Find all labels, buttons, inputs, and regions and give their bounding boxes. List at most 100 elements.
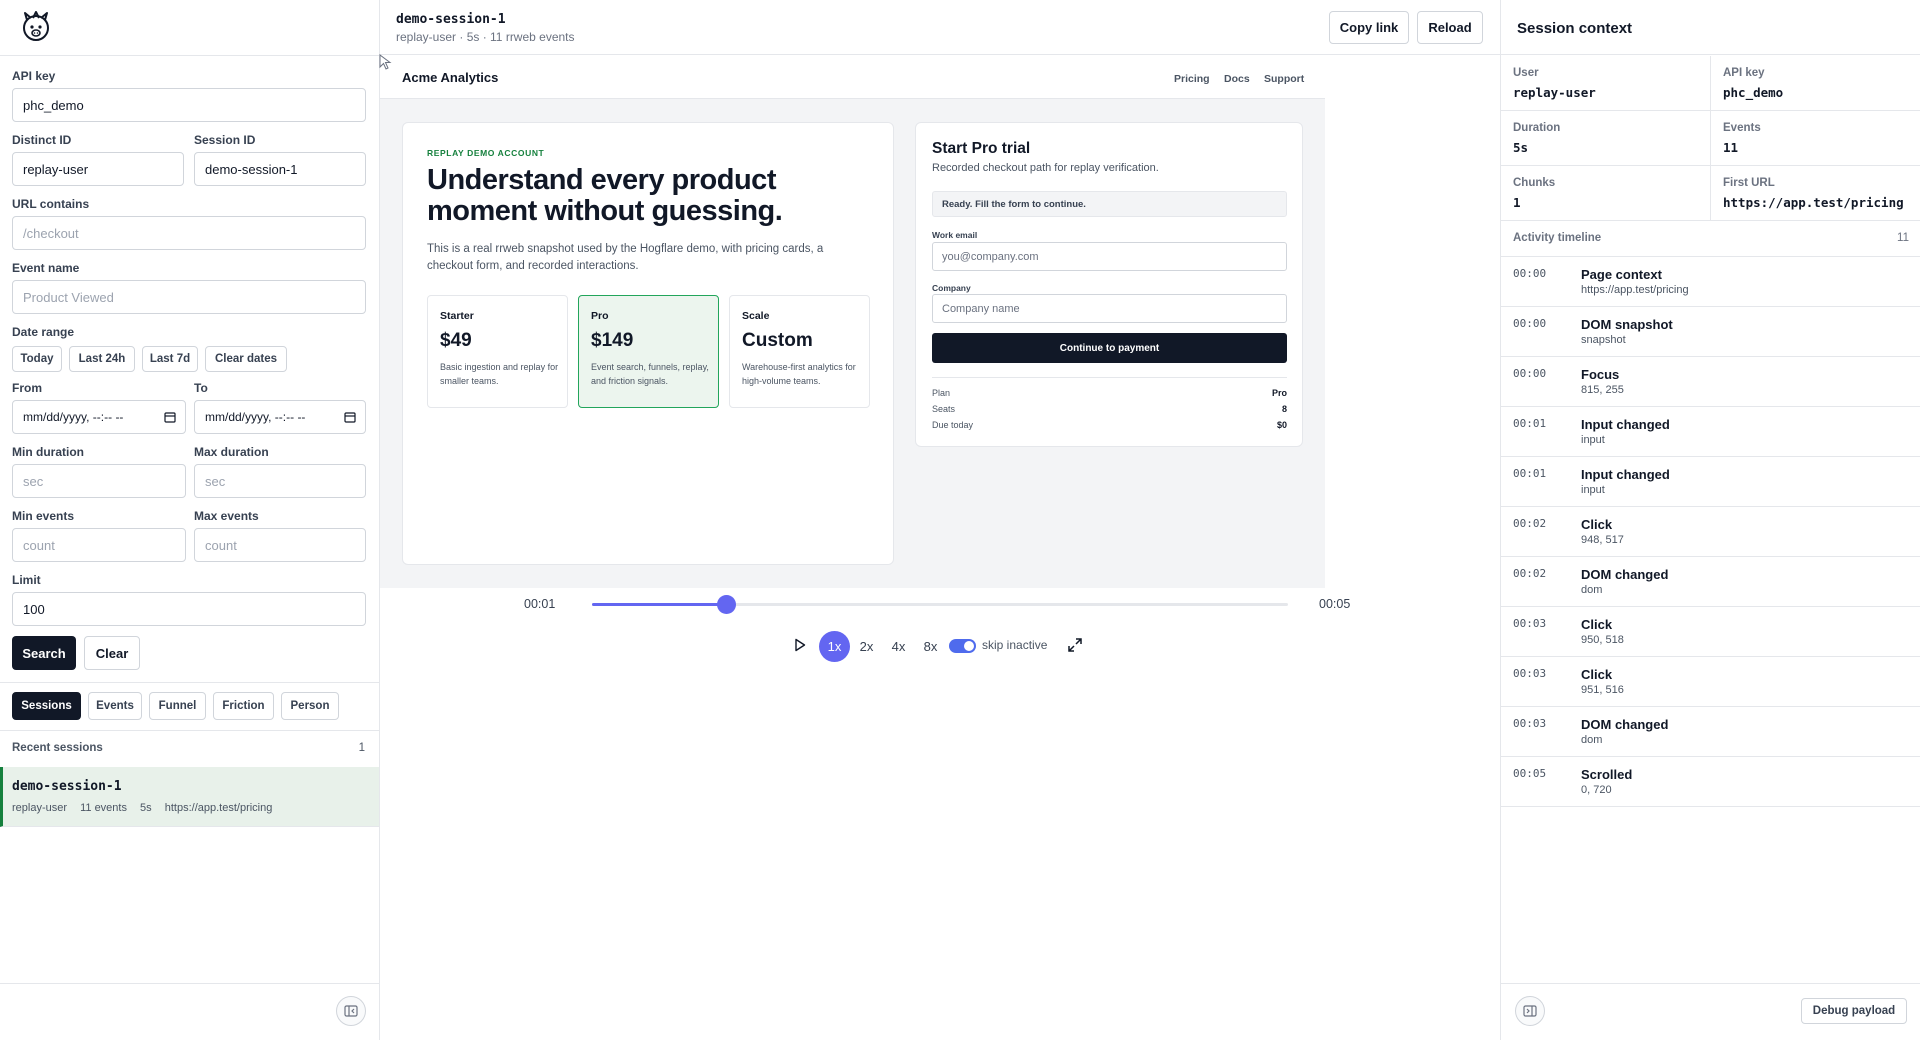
- tab-funnel[interactable]: Funnel: [149, 692, 206, 720]
- event-name: Page context: [1581, 267, 1662, 282]
- event-name: DOM changed: [1581, 717, 1669, 732]
- timeline-event[interactable]: 00:05 Scrolled 0, 720: [1501, 757, 1920, 807]
- plan-name: Scale: [742, 310, 770, 322]
- pricing-card-scale: Scale Custom Warehouse-first analytics f…: [729, 295, 870, 408]
- timeline-event[interactable]: 00:02 Click 948, 517: [1501, 507, 1920, 557]
- replay-eyebrow: REPLAY DEMO ACCOUNT: [427, 148, 545, 158]
- tab-sessions[interactable]: Sessions: [12, 692, 81, 720]
- sidebar-collapse-icon: [344, 1005, 358, 1017]
- summary-row-plan: Plan Pro: [932, 388, 1287, 398]
- play-icon[interactable]: [794, 638, 806, 652]
- stat-label: First URL: [1723, 177, 1775, 189]
- collapse-sidebar-button[interactable]: [336, 996, 366, 1026]
- expand-panel-button[interactable]: [1515, 996, 1545, 1026]
- stat-value: replay-user: [1513, 85, 1596, 100]
- plan-desc: Basic ingestion and replay for smaller t…: [440, 362, 559, 386]
- divider: [932, 377, 1287, 378]
- divider: [0, 55, 380, 56]
- to-date-input[interactable]: mm/dd/yyyy, --:-- --: [194, 400, 366, 434]
- plan-desc: Event search, funnels, replay, and frict…: [591, 362, 709, 386]
- timeline-event[interactable]: 00:00 Focus 815, 255: [1501, 357, 1920, 407]
- plan-desc: Warehouse-first analytics for high-volum…: [742, 362, 856, 386]
- timeline-scrubber[interactable]: [592, 595, 1288, 614]
- event-detail: 815, 255: [1581, 384, 1624, 396]
- timeline-event[interactable]: 00:02 DOM changed dom: [1501, 557, 1920, 607]
- max-events-input[interactable]: count: [194, 528, 366, 562]
- speed-4x-button[interactable]: 4x: [883, 631, 914, 662]
- event-time: 00:00: [1513, 267, 1547, 280]
- session-user: replay-user: [12, 802, 68, 814]
- search-button[interactable]: Search: [12, 636, 76, 670]
- clear-button[interactable]: Clear: [84, 636, 140, 670]
- timeline-event[interactable]: 00:01 Input changed input: [1501, 407, 1920, 457]
- api-key-input[interactable]: phc_demo: [12, 88, 366, 122]
- max-duration-input[interactable]: sec: [194, 464, 366, 498]
- plan-name: Pro: [591, 310, 609, 322]
- event-time: 00:00: [1513, 317, 1547, 330]
- fullscreen-icon[interactable]: [1067, 637, 1083, 653]
- speed-2x-button[interactable]: 2x: [851, 631, 882, 662]
- work-email-label: Work email: [932, 230, 978, 240]
- event-detail: https://app.test/pricing: [1581, 284, 1689, 296]
- stat-label: Events: [1723, 122, 1761, 134]
- tab-friction[interactable]: Friction: [213, 692, 274, 720]
- min-events-input[interactable]: count: [12, 528, 186, 562]
- plan-name: Starter: [440, 310, 474, 322]
- recent-sessions-label: Recent sessions: [12, 742, 103, 754]
- stat-label: Chunks: [1513, 177, 1556, 189]
- distinct-id-label: Distinct ID: [12, 133, 72, 147]
- session-id-input[interactable]: demo-session-1: [194, 152, 366, 186]
- url-contains-input[interactable]: /checkout: [12, 216, 366, 250]
- copy-link-button[interactable]: Copy link: [1329, 11, 1409, 44]
- scrubber-handle[interactable]: [717, 595, 737, 614]
- event-name: Click: [1581, 617, 1613, 632]
- session-context-panel: Session context User replay-user API key p…: [1500, 0, 1920, 1040]
- limit-input[interactable]: 100: [12, 592, 366, 626]
- summary-key: Seats: [932, 404, 956, 414]
- timeline-event[interactable]: 00:03 DOM changed dom: [1501, 707, 1920, 757]
- tab-person[interactable]: Person: [281, 692, 339, 720]
- filter-sidebar: API key phc_demo Distinct ID replay-user…: [0, 0, 380, 1040]
- calendar-icon[interactable]: [344, 411, 356, 423]
- debug-payload-button[interactable]: Debug payload: [1801, 998, 1907, 1024]
- context-header: Session context: [1501, 0, 1920, 55]
- timeline-event[interactable]: 00:00 Page context https://app.test/pricin…: [1501, 257, 1920, 307]
- min-duration-input[interactable]: sec: [12, 464, 186, 498]
- api-key-label: API key: [12, 69, 56, 83]
- hedgehog-logo-icon[interactable]: [19, 10, 53, 44]
- work-email-field: you@company.com: [932, 242, 1287, 271]
- event-time: 00:03: [1513, 667, 1547, 680]
- event-time: 00:02: [1513, 517, 1547, 530]
- event-name: Input changed: [1581, 467, 1670, 482]
- limit-label: Limit: [12, 573, 41, 587]
- event-name: DOM snapshot: [1581, 317, 1673, 332]
- distinct-id-input[interactable]: replay-user: [12, 152, 184, 186]
- speed-1x-button[interactable]: 1x: [819, 631, 850, 662]
- skip-inactive-label: skip inactive: [982, 638, 1048, 652]
- last-7d-chip[interactable]: Last 7d: [142, 346, 198, 372]
- tab-events[interactable]: Events: [88, 692, 142, 720]
- url-contains-label: URL contains: [12, 197, 90, 211]
- session-list-item[interactable]: demo-session-1 replay-user 11 events 5s …: [0, 767, 379, 827]
- event-name-label: Event name: [12, 261, 80, 275]
- company-field: Company name: [932, 294, 1287, 323]
- speed-8x-button[interactable]: 8x: [915, 631, 946, 662]
- trial-subtitle: Recorded checkout path for replay verifi…: [932, 162, 1159, 174]
- stat-label: Duration: [1513, 122, 1561, 134]
- last-24h-chip[interactable]: Last 24h: [69, 346, 135, 372]
- reload-button[interactable]: Reload: [1417, 11, 1483, 44]
- event-name-input[interactable]: Product Viewed: [12, 280, 366, 314]
- timeline-event[interactable]: 00:03 Click 951, 516: [1501, 657, 1920, 707]
- replay-viewport[interactable]: Acme Analytics Pricing Docs Support REPL…: [380, 56, 1325, 588]
- from-date-input[interactable]: mm/dd/yyyy, --:-- --: [12, 400, 186, 434]
- event-detail: input: [1581, 484, 1605, 496]
- max-events-label: Max events: [194, 509, 259, 523]
- timeline-event[interactable]: 00:01 Input changed input: [1501, 457, 1920, 507]
- today-chip[interactable]: Today: [12, 346, 62, 372]
- event-time: 00:01: [1513, 417, 1547, 430]
- skip-inactive-toggle[interactable]: [949, 639, 976, 653]
- calendar-icon[interactable]: [164, 411, 176, 423]
- clear-dates-chip[interactable]: Clear dates: [205, 346, 287, 372]
- timeline-event[interactable]: 00:00 DOM snapshot snapshot: [1501, 307, 1920, 357]
- timeline-event[interactable]: 00:03 Click 950, 518: [1501, 607, 1920, 657]
